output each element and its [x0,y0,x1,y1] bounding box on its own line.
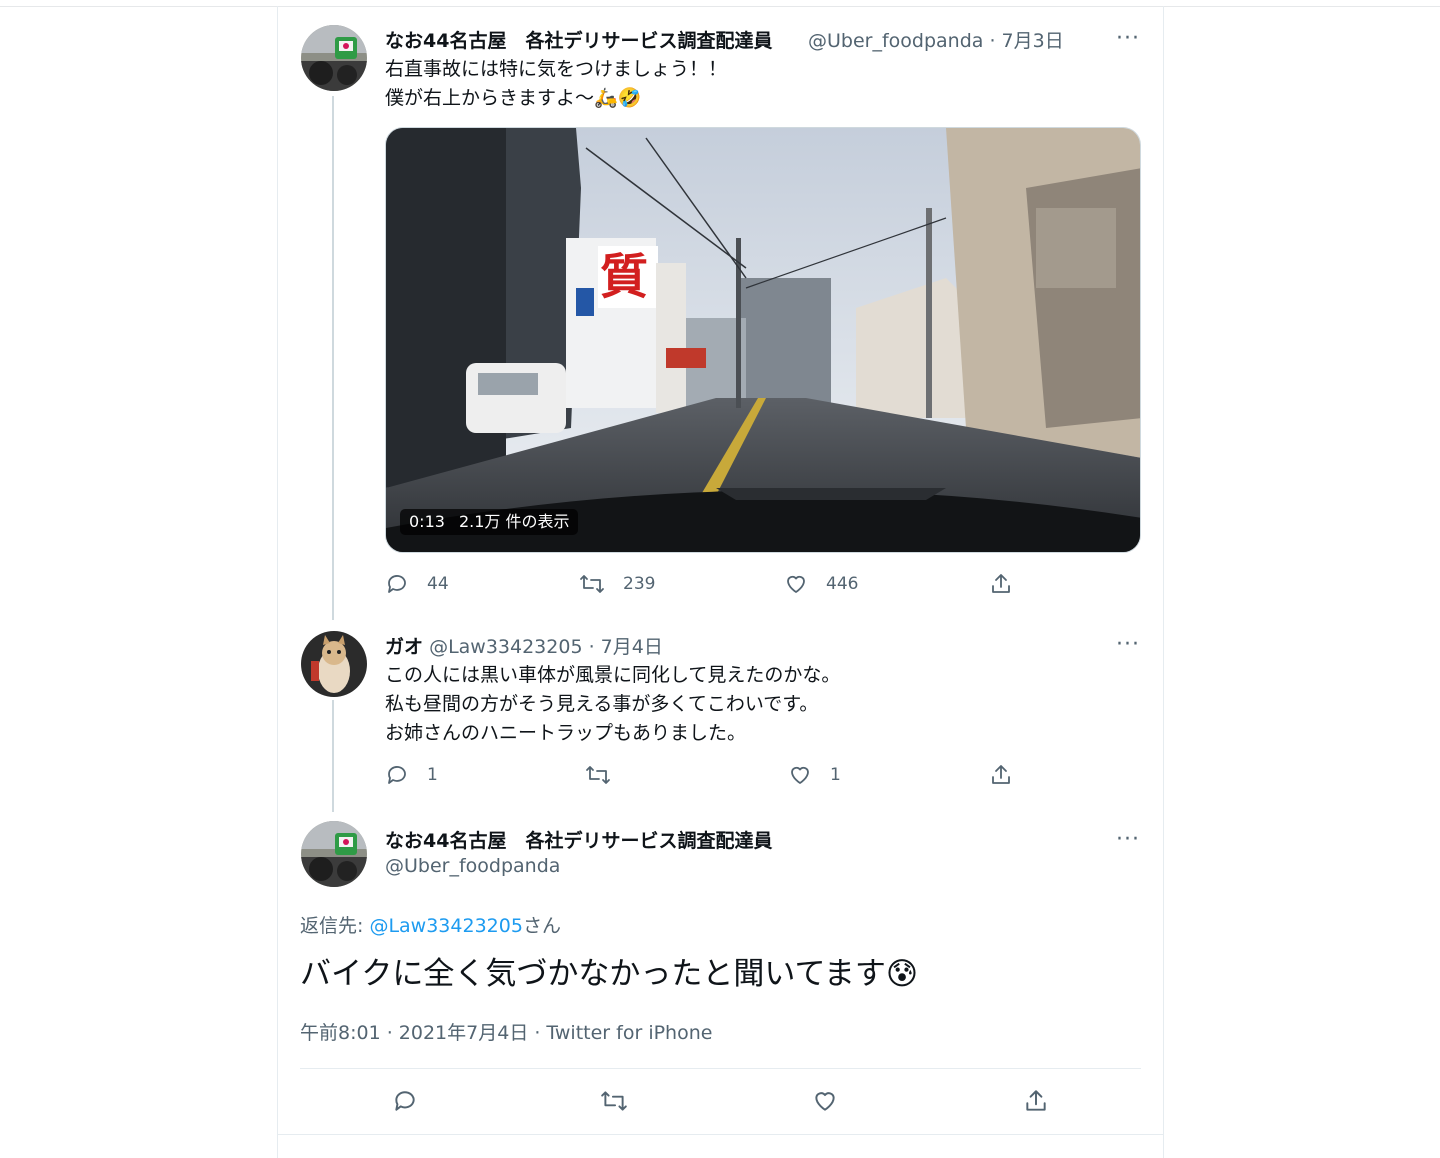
tweet-text: 右直事故には特に気をつけましょう！！ 僕が右上からきますよ〜🛵🤣 [385,55,727,113]
author-handle[interactable]: @Uber_foodpanda [808,30,983,52]
retweet-button[interactable] [600,1088,628,1114]
heart-icon [787,575,805,593]
retweet-count: 239 [623,574,656,594]
tweet-text-line: 私も昼間の方がそう見える事が多くてこわいです。 [385,693,819,715]
svg-text:質: 質 [600,249,648,305]
tweet-text: この人には黒い車体が風景に同化して見えたのかな。 私も昼間の方がそう見える事が多… [385,661,840,748]
share-icon [992,765,1010,784]
video-badge: 0:13 2.1万 件の表示 [400,509,579,535]
like-count: 446 [826,574,859,594]
like-count: 1 [830,765,841,785]
video-views: 2.1万 件の表示 [458,512,570,531]
author-name[interactable]: なお44名古屋 各社デリサービス調査配達員 [385,826,772,853]
avatar[interactable] [301,25,367,91]
retweet-icon [580,575,604,593]
tweet-text-line: 僕が右上からきますよ〜🛵🤣 [385,87,642,109]
retweet-button[interactable]: 239 [579,572,655,596]
video-thumbnail: 質 [386,128,1140,552]
share-button[interactable] [989,763,1013,787]
like-button[interactable]: 446 [784,572,858,596]
thread-line [332,700,334,812]
thread-line [332,96,334,620]
heart-icon [815,1092,835,1111]
video-duration: 0:13 [409,512,445,531]
like-button[interactable]: 1 [788,763,841,787]
reply-button[interactable] [392,1088,418,1114]
reply-button[interactable]: 44 [385,572,449,596]
avatar[interactable] [301,821,367,887]
reply-icon [395,1091,415,1111]
share-button[interactable] [1023,1088,1049,1114]
avatar[interactable] [301,631,367,697]
heart-icon [791,766,809,784]
tweet-date[interactable]: · 7月4日 [589,636,663,658]
author-name[interactable]: なお44名古屋 各社デリサービス調査配達員 [385,26,772,53]
reply-icon [388,575,406,593]
author-handle[interactable]: @Uber_foodpanda [385,855,560,877]
reply-count: 44 [427,574,449,594]
tweet-timestamp[interactable]: 午前8:01 · 2021年7月4日 · Twitter for iPhone [300,1018,712,1045]
like-button[interactable] [812,1088,838,1114]
divider [278,1134,1163,1135]
more-options-icon[interactable]: ··· [1116,634,1140,656]
share-button[interactable] [989,572,1013,596]
retweet-icon [601,1091,627,1111]
reply-suffix: さん [522,915,561,937]
author-handle[interactable]: @Law33423205 [429,636,582,658]
author-handle-date[interactable]: @Uber_foodpanda · 7月3日 [808,26,1064,53]
divider [300,1068,1141,1069]
replying-to: 返信先: @Law33423205さん [300,911,561,938]
video-player[interactable]: 質 [385,127,1141,553]
tweet-date[interactable]: · 7月3日 [989,30,1063,52]
share-icon [992,574,1010,593]
reply-count: 1 [427,765,438,785]
more-options-icon[interactable]: ··· [1116,28,1140,50]
retweet-icon [586,766,610,784]
tweet-text-line: 右直事故には特に気をつけましょう！！ [385,58,728,80]
main-tweet-text: バイクに全く気づかなかったと聞いてます😰 [300,956,919,992]
share-icon [1026,1090,1046,1111]
reply-icon [388,766,406,784]
reply-button[interactable]: 1 [385,763,438,787]
tweet-text-line: お姉さんのハニートラップもありました。 [385,722,747,744]
author-line[interactable]: ガオ @Law33423205 · 7月4日 [385,632,663,659]
reply-prefix: 返信先: [300,915,370,937]
tweet-text-line: この人には黒い車体が風景に同化して見えたのかな。 [385,664,841,686]
more-options-icon[interactable]: ··· [1116,829,1140,851]
reply-handle-link[interactable]: @Law33423205 [369,915,522,937]
author-name[interactable]: ガオ [385,636,423,658]
retweet-button[interactable] [585,763,611,787]
